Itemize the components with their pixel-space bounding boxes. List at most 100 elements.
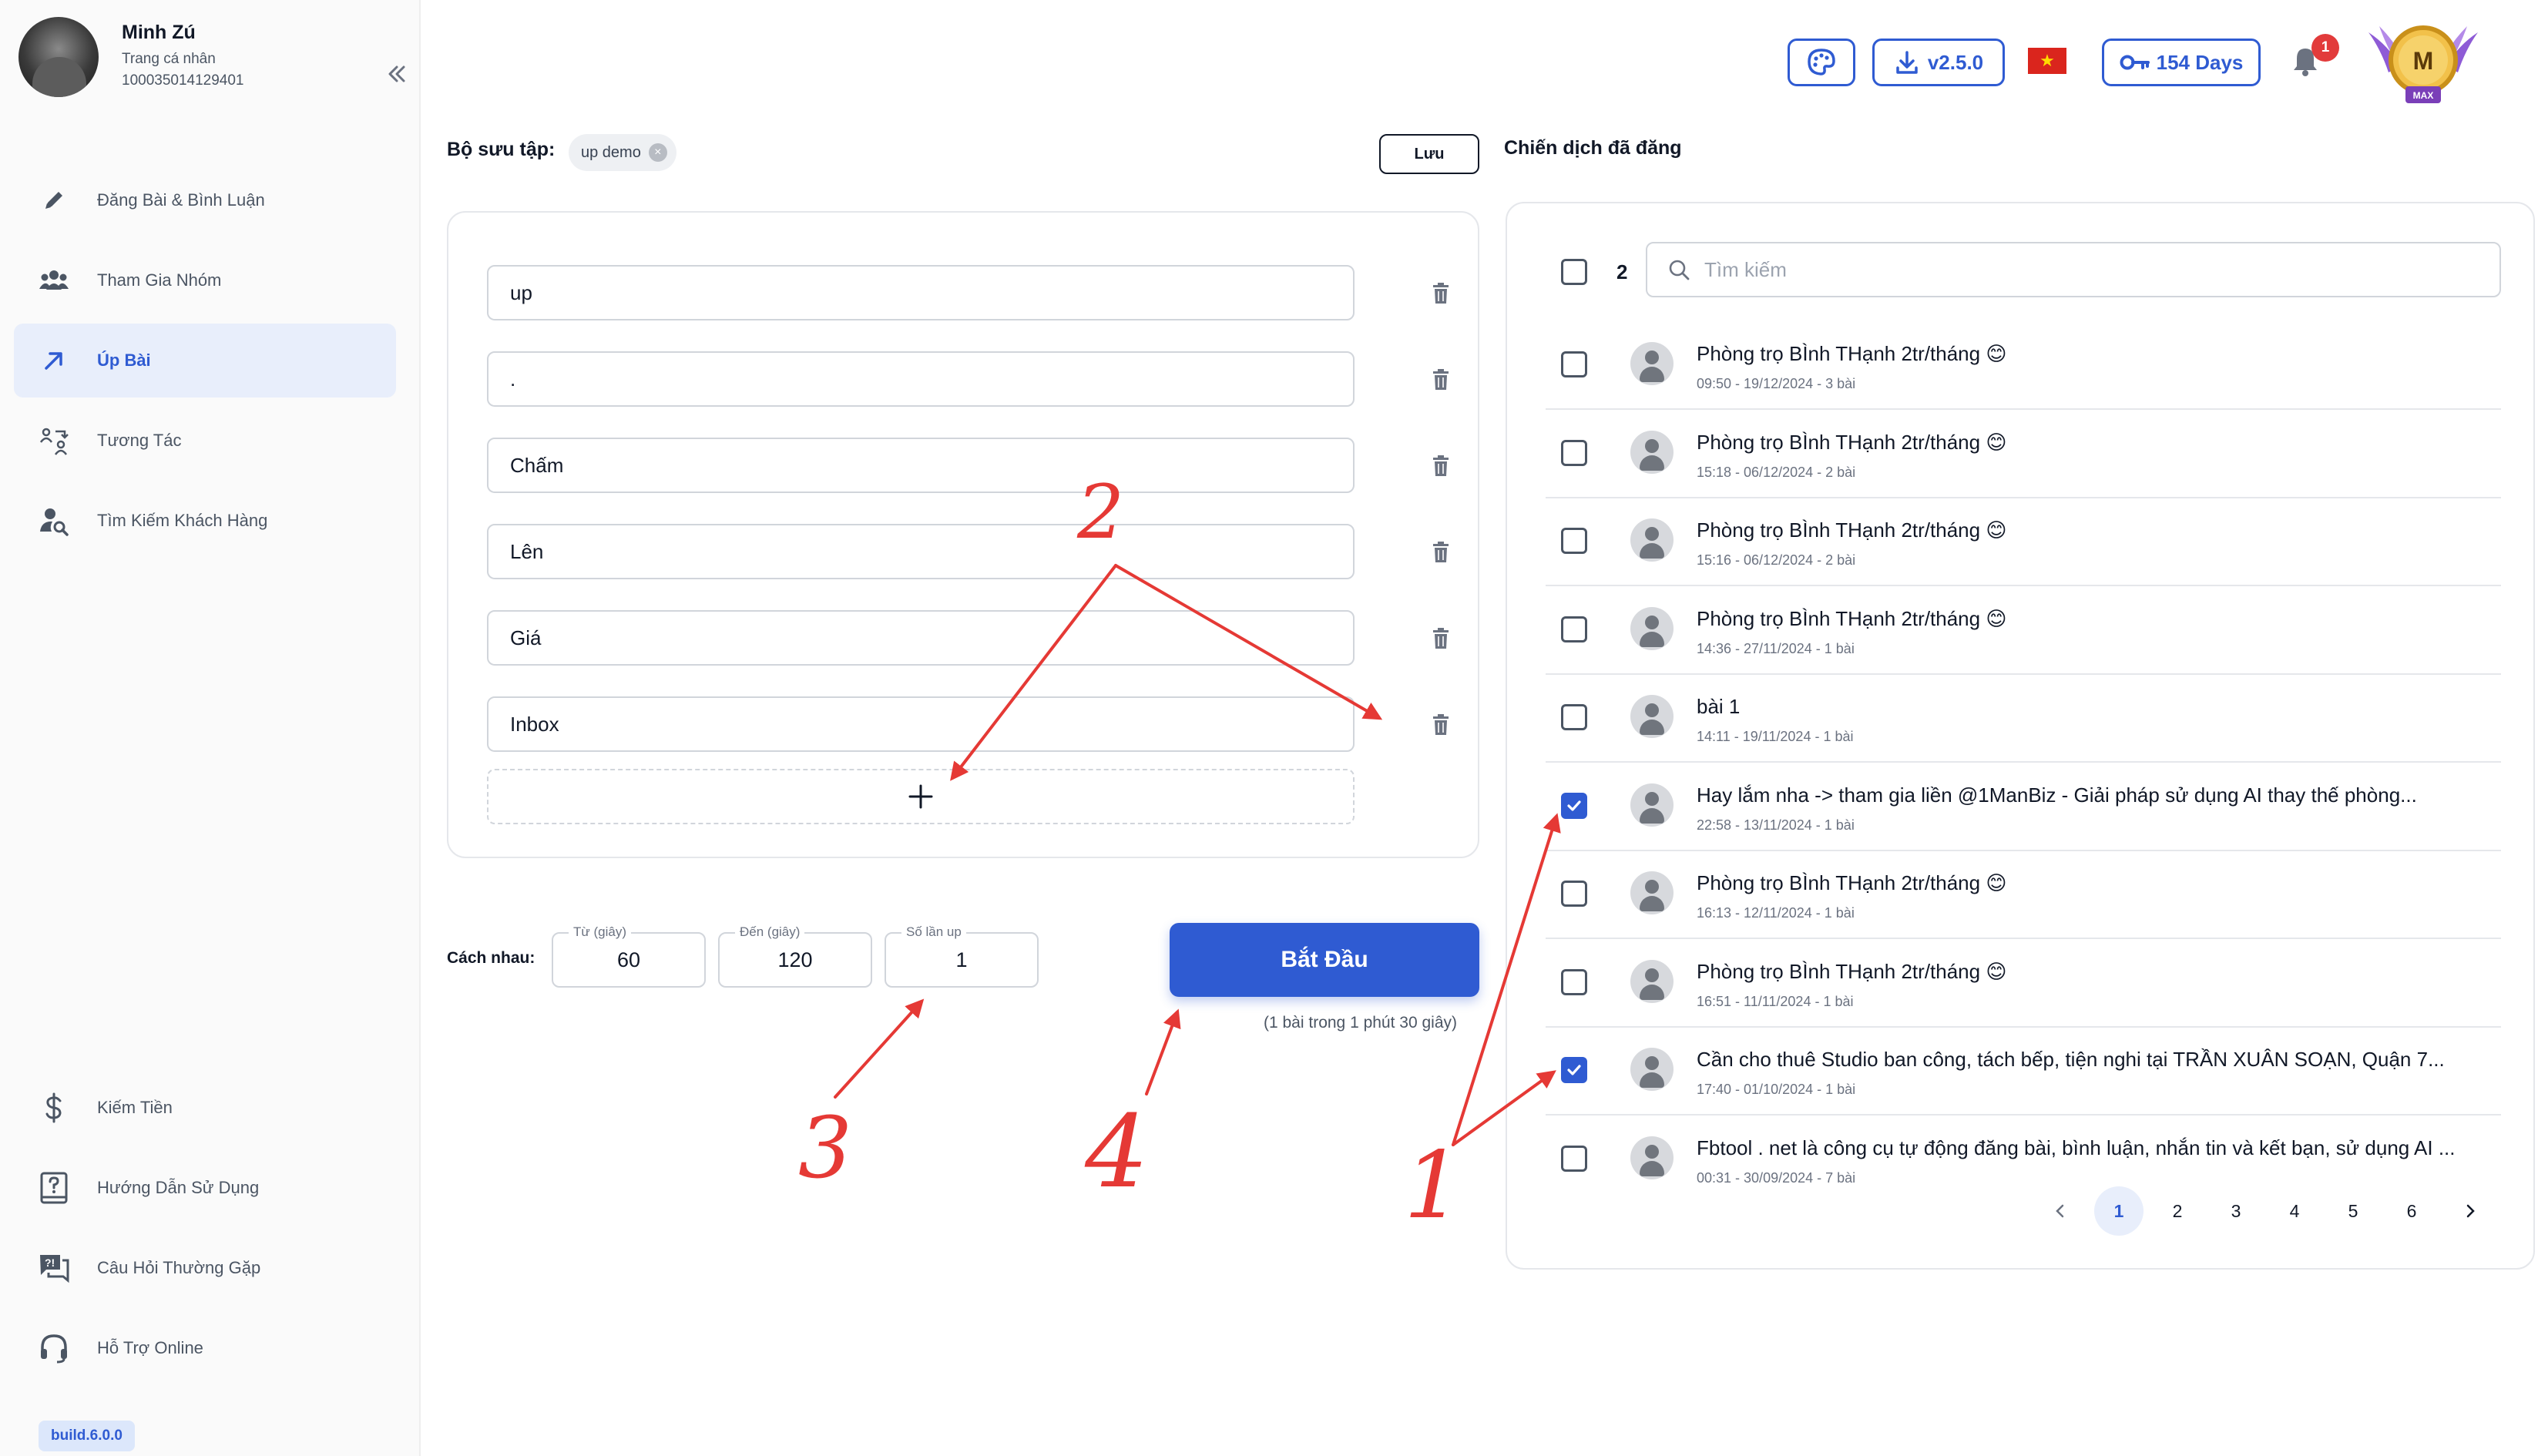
row-checkbox[interactable] xyxy=(1561,792,1587,819)
sidebar-item-cau-hoi[interactable]: ?! Câu Hỏi Thường Gặp xyxy=(14,1231,396,1305)
badge-letter: M xyxy=(2413,47,2434,75)
trash-icon[interactable] xyxy=(1428,539,1453,565)
post-avatar xyxy=(1630,518,1674,562)
row-checkbox[interactable] xyxy=(1561,616,1587,642)
campaign-row[interactable]: Phòng trọ BÌnh THạnh 2tr/tháng 😊 09:50 - … xyxy=(1546,322,2501,410)
sidebar-item-dang-bai[interactable]: Đăng Bài & Bình Luận xyxy=(14,163,396,237)
trash-icon[interactable] xyxy=(1428,280,1453,307)
to-seconds-label: Đến (giây) xyxy=(735,923,805,941)
vietnam-flag-icon[interactable]: ★ xyxy=(2028,48,2066,74)
campaign-row[interactable]: Phòng trọ BÌnh THạnh 2tr/tháng 😊 15:16 - … xyxy=(1546,498,2501,586)
row-checkbox[interactable] xyxy=(1561,1145,1587,1172)
faq-chat-icon: ?! xyxy=(37,1251,71,1285)
page-button[interactable]: 2 xyxy=(2153,1186,2202,1236)
save-button[interactable]: Lưu xyxy=(1379,134,1479,174)
post-title: Phòng trọ BÌnh THạnh 2tr/tháng 😊 xyxy=(1697,342,2007,365)
post-meta: 14:11 - 19/11/2024 - 1 bài xyxy=(1697,729,1854,744)
post-title: Phòng trọ BÌnh THạnh 2tr/tháng 😊 xyxy=(1697,518,2007,542)
row-checkbox[interactable] xyxy=(1561,881,1587,907)
trash-icon[interactable] xyxy=(1428,453,1453,479)
sidebar-item-label: Hỗ Trợ Online xyxy=(97,1338,203,1357)
remove-chip-icon[interactable]: × xyxy=(648,143,667,162)
avatar[interactable] xyxy=(18,17,99,97)
keyword-input[interactable]: Chấm xyxy=(487,438,1355,493)
collapse-sidebar-button[interactable] xyxy=(381,59,411,89)
trash-icon[interactable] xyxy=(1428,712,1453,738)
campaign-row[interactable]: Phòng trọ BÌnh THạnh 2tr/tháng 😊 16:51 - … xyxy=(1546,940,2501,1028)
post-meta: 00:31 - 30/09/2024 - 7 bài xyxy=(1697,1169,1856,1186)
post-title: Fbtool . net là công cụ tự động đăng bài… xyxy=(1697,1136,2456,1159)
page-button[interactable]: 1 xyxy=(2094,1186,2144,1236)
start-hint: (1 bài trong 1 phút 30 giây) xyxy=(1264,1014,1457,1032)
sidebar-item-tuong-tac[interactable]: Tương Tác xyxy=(14,404,396,478)
sidebar-item-label: Tương Tác xyxy=(97,431,182,450)
campaign-row[interactable]: bài 1 14:11 - 19/11/2024 - 1 bài xyxy=(1546,675,2501,763)
next-page-button[interactable] xyxy=(2446,1186,2495,1236)
page-button[interactable]: 5 xyxy=(2328,1186,2378,1236)
keyword-input[interactable]: . xyxy=(487,351,1355,407)
trash-icon[interactable] xyxy=(1428,626,1453,652)
start-button[interactable]: Bắt Đầu xyxy=(1170,923,1479,997)
sidebar-item-tham-gia-nhom[interactable]: Tham Gia Nhóm xyxy=(14,243,396,317)
campaign-row[interactable]: Phòng trọ BÌnh THạnh 2tr/tháng 😊 14:36 - … xyxy=(1546,587,2501,675)
row-checkbox[interactable] xyxy=(1561,1057,1587,1083)
headset-icon xyxy=(37,1331,71,1365)
add-keyword-button[interactable] xyxy=(487,769,1355,824)
search-field[interactable] xyxy=(1646,242,2501,297)
post-meta: 17:40 - 01/10/2024 - 1 bài xyxy=(1697,1082,1856,1097)
collection-chip-label: up demo xyxy=(581,143,641,161)
repeat-count-input[interactable]: Số lần up 1 xyxy=(885,923,1039,988)
prev-page-button[interactable] xyxy=(2036,1186,2085,1236)
keyword-input[interactable]: Inbox xyxy=(487,696,1355,752)
interval-label: Cách nhau: xyxy=(447,949,535,967)
sidebar-item-up-bai[interactable]: Úp Bài xyxy=(14,324,396,398)
collection-chip[interactable]: up demo × xyxy=(569,134,676,171)
keyword-input[interactable]: Lên xyxy=(487,524,1355,579)
sidebar: Minh Zú Trang cá nhân 100035014129401 Đă… xyxy=(0,0,421,1456)
user-search-icon xyxy=(37,504,71,538)
from-seconds-label: Từ (giây) xyxy=(569,923,631,941)
sidebar-item-label: Úp Bài xyxy=(97,351,151,370)
sidebar-item-tim-kiem-khach-hang[interactable]: Tìm Kiếm Khách Hàng xyxy=(14,484,396,558)
sidebar-item-huong-dan[interactable]: Hướng Dẫn Sử Dụng xyxy=(14,1151,396,1225)
sidebar-item-kiem-tien[interactable]: Kiếm Tiền xyxy=(14,1071,396,1145)
chevron-left-icon xyxy=(2056,1204,2064,1218)
license-days-button[interactable]: 154 Days xyxy=(2102,39,2261,86)
theme-palette-button[interactable] xyxy=(1788,39,1855,86)
search-input[interactable] xyxy=(1704,257,2398,282)
keyword-input[interactable]: Giá xyxy=(487,610,1355,666)
campaign-row[interactable]: Cần cho thuê Studio ban công, tách bếp, … xyxy=(1546,1028,2501,1115)
page-button[interactable]: 3 xyxy=(2211,1186,2261,1236)
row-checkbox[interactable] xyxy=(1561,704,1587,730)
select-all-checkbox[interactable] xyxy=(1561,259,1587,285)
to-seconds-input[interactable]: Đến (giây) 120 xyxy=(718,923,872,988)
post-avatar xyxy=(1630,342,1674,385)
annotation-label: 4 xyxy=(1084,1093,1149,1210)
profile-subtitle: Trang cá nhân xyxy=(122,51,216,67)
row-checkbox[interactable] xyxy=(1561,528,1587,554)
sidebar-bottom-nav: Kiếm Tiền Hướng Dẫn Sử Dụng ?! Câu Hỏi T… xyxy=(14,1071,396,1391)
row-checkbox[interactable] xyxy=(1561,351,1587,377)
campaign-row[interactable]: Phòng trọ BÌnh THạnh 2tr/tháng 😊 16:13 - … xyxy=(1546,851,2501,939)
collection-label: Bộ sưu tập: xyxy=(447,139,556,160)
chevron-right-icon xyxy=(2466,1204,2475,1218)
pagination: 1 2 3 4 5 6 xyxy=(2036,1186,2504,1236)
sidebar-item-ho-tro[interactable]: Hỗ Trợ Online xyxy=(14,1311,396,1385)
campaign-row[interactable]: Phòng trọ BÌnh THạnh 2tr/tháng 😊 15:18 - … xyxy=(1546,411,2501,498)
page-button[interactable]: 6 xyxy=(2387,1186,2436,1236)
max-rank-badge-icon[interactable]: M MAX xyxy=(2358,11,2489,111)
page-button[interactable]: 4 xyxy=(2270,1186,2319,1236)
post-title: Phòng trọ BÌnh THạnh 2tr/tháng 😊 xyxy=(1697,871,2007,894)
row-checkbox[interactable] xyxy=(1561,968,1587,995)
keyword-input[interactable]: up xyxy=(487,265,1355,320)
from-seconds-input[interactable]: Từ (giây) 60 xyxy=(552,923,706,988)
download-version-button[interactable]: v2.5.0 xyxy=(1872,39,2005,86)
annotation-label: 3 xyxy=(798,1099,852,1197)
keyword-row: . xyxy=(487,351,1449,407)
trash-icon[interactable] xyxy=(1428,367,1453,393)
profile-card[interactable]: Minh Zú Trang cá nhân 100035014129401 xyxy=(18,17,405,102)
campaign-row[interactable]: Hay lắm nha -> tham gia liền @1ManBiz - … xyxy=(1546,763,2501,851)
annotation-label: 1 xyxy=(1404,1132,1462,1240)
svg-text:?!: ?! xyxy=(45,1256,55,1269)
row-checkbox[interactable] xyxy=(1561,439,1587,466)
